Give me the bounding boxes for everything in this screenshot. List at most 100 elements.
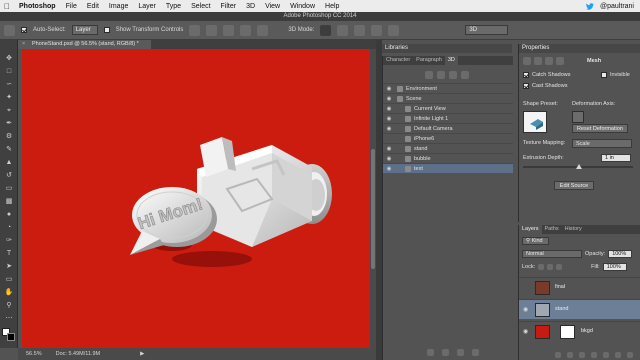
eraser-tool-icon[interactable]: ▭ [4,184,14,193]
cap-mode-icon[interactable] [545,57,553,65]
shape-preset-picker[interactable] [523,111,547,133]
scene-item[interactable]: ◉ Scene [383,93,513,103]
move-tool-icon[interactable]: ✥ [4,54,14,63]
reset-deformation-button[interactable]: Reset Deformation [572,124,628,133]
tab-paths[interactable]: Paths [542,225,562,234]
blend-mode-dropdown[interactable]: Normal [522,250,582,258]
tab-layers[interactable]: Layers [519,225,542,234]
delete-icon[interactable] [472,348,479,356]
extrusion-depth-input[interactable]: 1 in [601,154,631,162]
brush-tool-icon[interactable]: ✎ [4,145,14,154]
dodge-tool-icon[interactable]: ◔ [4,223,14,232]
scale-3d-icon[interactable] [388,24,400,36]
scene-item[interactable]: ◉ stand [383,143,513,153]
menu-window[interactable]: Window [285,3,320,10]
close-tab-icon[interactable]: × [22,40,25,49]
layer-style-icon[interactable] [567,351,573,358]
menu-help[interactable]: Help [320,3,344,10]
path-select-tool-icon[interactable]: ➤ [4,262,14,271]
deformation-axis-widget[interactable] [572,111,584,123]
align-top-icon[interactable] [189,24,201,36]
visibility-eye-icon[interactable]: ◉ [523,306,528,313]
texture-mapping-dropdown[interactable]: Scale [572,139,632,148]
scene-item[interactable]: iPhone6 [383,133,513,143]
catch-shadows-checkbox[interactable] [523,72,529,78]
fill-input[interactable]: 100% [602,263,627,271]
quick-select-tool-icon[interactable]: ✦ [4,93,14,102]
orbit-3d-icon[interactable] [320,24,332,36]
add-object-icon[interactable] [457,348,464,356]
extrusion-depth-slider[interactable] [523,164,633,169]
align-bottom-icon[interactable] [223,24,235,36]
crop-tool-icon[interactable]: ⌖ [4,106,14,115]
pen-tool-icon[interactable]: ✑ [4,236,14,245]
menu-file[interactable]: File [61,3,82,10]
lock-all-icon[interactable] [556,264,563,270]
layer-row[interactable]: final [519,277,640,297]
show-transform-checkbox[interactable] [103,27,110,33]
document-canvas[interactable]: Hi Mom! [22,49,370,348]
slider-knob[interactable] [576,164,582,169]
layer-row[interactable]: ◉ stand [519,299,640,319]
auto-select-checkbox[interactable] [21,27,27,33]
add-mask-icon[interactable] [579,351,585,358]
apple-icon[interactable]:  [0,2,14,11]
opacity-input[interactable]: 100% [608,250,633,258]
layer-filter-dropdown[interactable]: ⚲ Kind [522,237,549,245]
menu-type[interactable]: Type [161,3,186,10]
adjustment-layer-icon[interactable] [591,351,597,358]
status-menu-arrow-icon[interactable]: ▶ [140,351,144,357]
menu-3d[interactable]: 3D [241,3,260,10]
workspace-dropdown[interactable]: 3D [465,25,509,35]
delete-layer-icon[interactable] [627,351,633,358]
document-tab[interactable]: × PhoneStand.psd @ 56.5% (stand, RGB/8) … [18,40,151,49]
filter-lights-icon[interactable] [461,71,469,79]
scene-item[interactable]: ◉ bubble [383,153,513,163]
hand-tool-icon[interactable]: ✋ [4,288,14,297]
blur-tool-icon[interactable]: ● [4,210,14,219]
visibility-eye-icon[interactable]: ◉ [385,164,393,174]
new-layer-icon[interactable] [615,351,621,358]
distribute-icon[interactable] [240,24,252,36]
libraries-panel-header[interactable]: Libraries [382,44,512,53]
align-middle-icon[interactable] [206,24,218,36]
drag-3d-icon[interactable] [354,24,366,36]
menu-app-photoshop[interactable]: Photoshop [14,3,61,10]
type-tool-icon[interactable]: T [4,249,14,258]
gradient-tool-icon[interactable]: ▩ [4,197,14,206]
zoom-level[interactable]: 56.5% [26,351,42,357]
scene-item[interactable]: ◉ Infinite Light 1 [383,113,513,123]
stamp-tool-icon[interactable]: ▲ [4,158,14,167]
lock-pixels-icon[interactable] [538,264,545,270]
scene-item[interactable]: ◉ Environment [383,83,513,93]
new-light-icon[interactable] [442,348,449,356]
menu-layer[interactable]: Layer [133,3,161,10]
link-layers-icon[interactable] [555,351,561,358]
layer-row[interactable]: ◉ bkgd [519,321,640,341]
render-icon[interactable] [427,348,434,356]
zoom-tool-icon[interactable]: ⚲ [4,301,14,310]
auto-select-dropdown[interactable]: Layer [71,25,98,35]
scene-item[interactable]: ◉ Current View [383,103,513,113]
roll-3d-icon[interactable] [337,24,349,36]
healing-tool-icon[interactable]: ⚙ [4,132,14,141]
lock-position-icon[interactable] [547,264,554,270]
filter-materials-icon[interactable] [449,71,457,79]
filter-meshes-icon[interactable] [437,71,445,79]
distribute-horizontal-icon[interactable] [257,24,269,36]
invisible-checkbox[interactable] [601,72,607,78]
tab-paragraph[interactable]: Paragraph [413,56,445,65]
menu-image[interactable]: Image [104,3,133,10]
edit-source-button[interactable]: Edit Source [554,181,594,190]
background-color-swatch[interactable] [7,333,15,341]
marquee-tool-icon[interactable]: □ [4,67,14,76]
mesh-mode-icon[interactable] [523,57,531,65]
filter-whole-scene-icon[interactable] [425,71,433,79]
more-tools-icon[interactable]: ⋯ [4,314,14,323]
shape-tool-icon[interactable]: ▭ [4,275,14,284]
menu-view[interactable]: View [260,3,285,10]
tab-3d[interactable]: 3D [444,56,458,65]
menu-filter[interactable]: Filter [216,3,242,10]
tab-character[interactable]: Character [383,56,413,65]
scene-item[interactable]: ◉ Default Camera [383,123,513,133]
